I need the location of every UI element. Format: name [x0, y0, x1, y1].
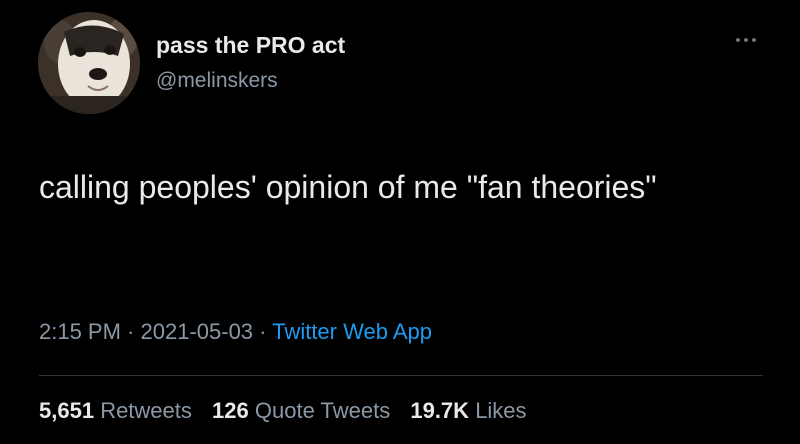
likes-count: 19.7K: [410, 398, 470, 423]
quote-tweets-count: 126: [212, 398, 249, 423]
retweets-count: 5,651: [39, 398, 95, 423]
meta-separator: ·: [120, 319, 141, 344]
author-display-name[interactable]: pass the PRO act: [156, 32, 345, 59]
tweet-source-link[interactable]: Twitter Web App: [272, 319, 432, 344]
more-dot: [736, 38, 740, 42]
husky-dog-avatar-icon: [38, 12, 140, 114]
retweets-stat[interactable]: 5,651 Retweets: [39, 398, 192, 423]
avatar[interactable]: [38, 12, 140, 114]
tweet-time[interactable]: 2:15 PM: [39, 319, 121, 344]
tweet-text: calling peoples' opinion of me "fan theo…: [39, 169, 657, 205]
tweet-meta: 2:15 PM · 2021-05-03 · Twitter Web App: [39, 319, 432, 345]
tweet-card: pass the PRO act @melinskers calling peo…: [0, 0, 800, 444]
more-dot: [744, 38, 748, 42]
likes-stat[interactable]: 19.7K Likes: [410, 398, 526, 423]
quote-tweets-stat[interactable]: 126 Quote Tweets: [212, 398, 390, 423]
divider: [39, 375, 763, 376]
retweets-label: Retweets: [100, 398, 192, 423]
more-dot: [752, 38, 756, 42]
meta-separator: ·: [253, 319, 273, 344]
author-handle[interactable]: @melinskers: [156, 69, 278, 93]
tweet-stats: 5,651 Retweets 126 Quote Tweets 19.7K Li…: [39, 398, 527, 424]
quote-tweets-label: Quote Tweets: [254, 398, 391, 423]
likes-label: Likes: [475, 398, 527, 423]
more-icon[interactable]: [726, 28, 766, 52]
tweet-date[interactable]: 2021-05-03: [141, 319, 254, 344]
